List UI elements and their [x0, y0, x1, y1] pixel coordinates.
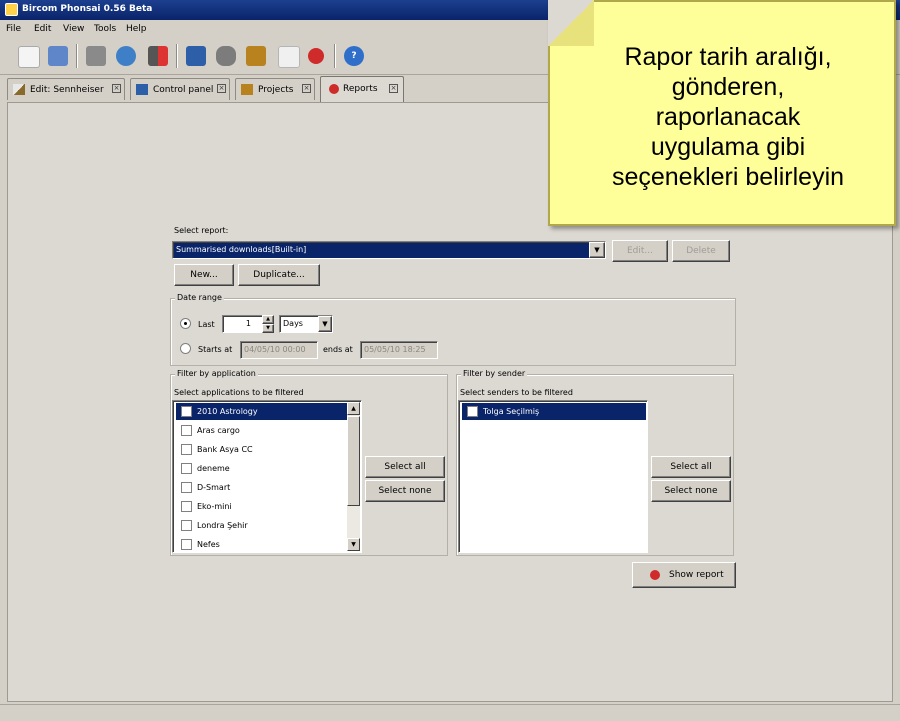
checkbox[interactable] — [181, 482, 192, 493]
status-bar — [0, 704, 900, 721]
spinner-down-icon[interactable]: ▼ — [262, 324, 274, 333]
edit-report-button[interactable]: Edit... — [612, 240, 668, 262]
chevron-down-icon[interactable]: ▼ — [589, 242, 605, 258]
report-select[interactable]: Summarised downloads[Built-in] — [172, 241, 606, 259]
list-item[interactable]: Aras cargo — [176, 422, 346, 439]
starts-at-field[interactable]: 04/05/10 00:00 — [240, 341, 318, 359]
checkbox[interactable] — [181, 425, 192, 436]
checkbox[interactable] — [181, 520, 192, 531]
list-item[interactable]: Londra Şehir — [176, 517, 346, 534]
list-item[interactable]: Bank Asya CC — [176, 441, 346, 458]
delete-report-button[interactable]: Delete — [672, 240, 730, 262]
close-icon[interactable]: × — [112, 84, 121, 93]
app-select-all-button[interactable]: Select all — [365, 456, 445, 478]
control-panel-icon — [136, 84, 148, 95]
application-list-scrollbar[interactable]: ▲ ▼ — [347, 402, 360, 551]
filter-sender-label: Filter by sender — [461, 369, 528, 378]
starts-at-radio[interactable] — [180, 343, 191, 354]
refresh-icon[interactable] — [116, 46, 136, 66]
control-panel-icon[interactable] — [186, 46, 206, 66]
import-icon[interactable] — [148, 46, 168, 66]
stop-icon[interactable] — [308, 48, 324, 64]
menu-help[interactable]: Help — [126, 24, 147, 34]
checkbox[interactable] — [181, 539, 192, 550]
date-range-label: Date range — [175, 293, 224, 302]
filter-application-label: Filter by application — [175, 369, 258, 378]
list-item[interactable]: Tolga Seçilmiş — [462, 403, 646, 420]
callout-fold — [548, 0, 594, 46]
app-icon — [5, 3, 18, 16]
checkbox[interactable] — [181, 406, 192, 417]
scroll-thumb[interactable] — [347, 416, 360, 506]
scroll-up-icon[interactable]: ▲ — [347, 402, 360, 415]
toolbar-separator — [76, 44, 78, 68]
list-item[interactable]: Nefes — [176, 536, 346, 552]
checkbox[interactable] — [181, 444, 192, 455]
show-report-button[interactable]: Show report — [632, 562, 736, 588]
tab-edit-sennheiser[interactable]: Edit: Sennheiser × — [7, 78, 125, 100]
menu-tools[interactable]: Tools — [94, 24, 116, 34]
sender-list[interactable]: Tolga Seçilmiş — [458, 400, 648, 553]
list-item[interactable]: Eko-mini — [176, 498, 346, 515]
list-item[interactable]: 2010 Astrology — [176, 403, 347, 420]
callout-text: Rapor tarih aralığı, gönderen, raporlana… — [611, 43, 845, 191]
checkbox[interactable] — [467, 406, 478, 417]
exit-icon[interactable] — [86, 46, 106, 66]
last-radio[interactable] — [180, 318, 191, 329]
list-item[interactable]: deneme — [176, 460, 346, 477]
last-label: Last — [198, 320, 215, 329]
open-folder-icon[interactable] — [48, 46, 68, 66]
close-icon[interactable]: × — [302, 84, 311, 93]
project-icon — [241, 84, 253, 95]
close-icon[interactable]: × — [217, 84, 226, 93]
toolbar-separator — [334, 44, 336, 68]
starts-at-label: Starts at — [198, 345, 233, 354]
new-file-icon[interactable] — [18, 46, 40, 68]
menu-edit[interactable]: Edit — [34, 24, 51, 34]
window-title: Bircom Phonsai 0.56 Beta — [22, 4, 153, 14]
edit-icon — [13, 84, 25, 95]
tab-reports[interactable]: Reports × — [320, 76, 404, 102]
sender-select-all-button[interactable]: Select all — [651, 456, 731, 478]
checkbox[interactable] — [181, 463, 192, 474]
toolbar-separator — [176, 44, 178, 68]
report-icon — [650, 570, 660, 580]
filter-sender-sublabel: Select senders to be filtered — [460, 388, 573, 397]
app-select-none-button[interactable]: Select none — [365, 480, 445, 502]
mail-icon[interactable] — [278, 46, 300, 68]
help-icon[interactable]: ? — [344, 46, 364, 66]
filter-application-sublabel: Select applications to be filtered — [174, 388, 304, 397]
tab-control-panel[interactable]: Control panel × — [130, 78, 230, 100]
duplicate-report-button[interactable]: Duplicate... — [238, 264, 320, 286]
last-value-spinner[interactable]: 1 — [222, 315, 266, 333]
select-report-label: Select report: — [174, 226, 229, 235]
project-icon[interactable] — [216, 46, 236, 66]
ends-at-label: ends at — [323, 345, 353, 354]
ends-at-field[interactable]: 05/05/10 18:25 — [360, 341, 438, 359]
folder-icon[interactable] — [246, 46, 266, 66]
report-icon — [329, 84, 339, 94]
scroll-down-icon[interactable]: ▼ — [347, 538, 360, 551]
new-report-button[interactable]: New... — [174, 264, 234, 286]
chevron-down-icon[interactable]: ▼ — [318, 316, 332, 332]
menu-view[interactable]: View — [63, 24, 84, 34]
list-item[interactable]: D-Smart — [176, 479, 346, 496]
menu-file[interactable]: File — [6, 24, 21, 34]
tutorial-callout: Rapor tarih aralığı, gönderen, raporlana… — [548, 0, 896, 226]
sender-select-none-button[interactable]: Select none — [651, 480, 731, 502]
application-list[interactable]: 2010 Astrology Aras cargo Bank Asya CC d… — [172, 400, 362, 553]
checkbox[interactable] — [181, 501, 192, 512]
tab-projects[interactable]: Projects × — [235, 78, 315, 100]
spinner-up-icon[interactable]: ▲ — [262, 315, 274, 324]
close-icon[interactable]: × — [389, 84, 398, 93]
